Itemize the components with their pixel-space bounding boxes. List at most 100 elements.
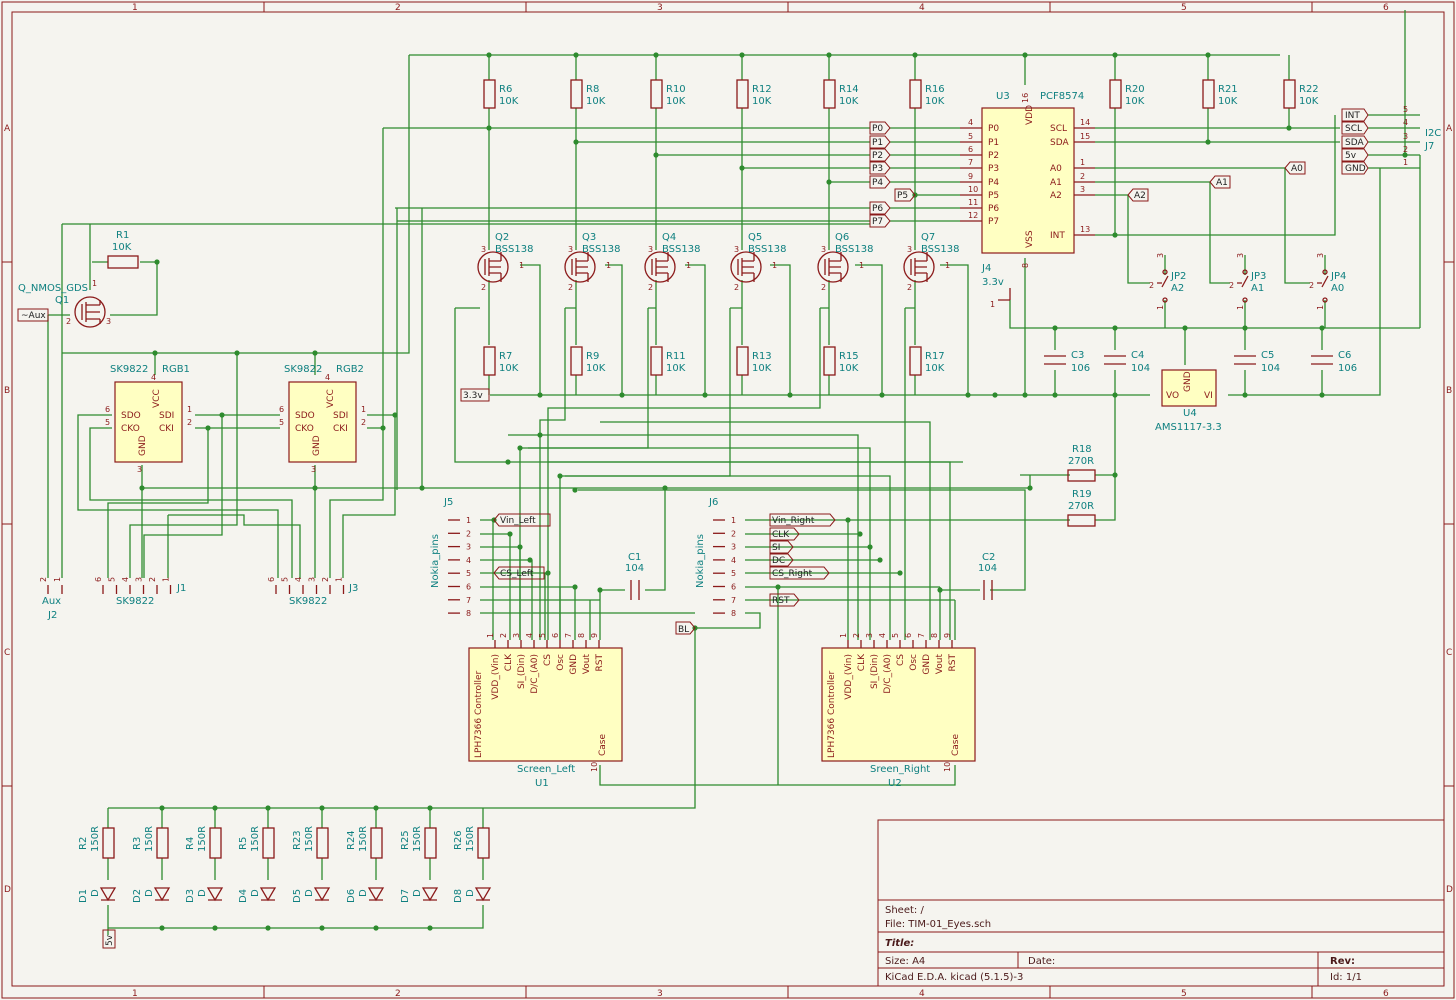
indicator-led[interactable]: R2 150R D1 D: [78, 826, 117, 903]
pullup-resistor[interactable]: R1210K: [736, 79, 772, 109]
label-3v3[interactable]: 3.3v: [460, 388, 490, 402]
pullup-resistor[interactable]: R1010K: [650, 79, 686, 109]
bss138-fet[interactable]: Q3BSS138 3 1 2: [564, 232, 620, 292]
indicator-led[interactable]: R5 150R D4 D: [238, 826, 277, 903]
fet-part: BSS138: [835, 244, 873, 255]
sk9822-led[interactable]: SK9822 RGB1 SDO CKO SDI CKI VCC GND 6 5 1 2 4 3: [105, 364, 192, 474]
j6-nokia[interactable]: J6 Nokia_pins 1 2 3 4 5 6 7 8: [695, 497, 736, 618]
tb-size: Size: A4: [885, 956, 925, 967]
lcd-pin-num: 5: [891, 633, 900, 638]
bss138-fet[interactable]: Q7BSS138 3 1 2: [903, 232, 959, 292]
decoupling-capacitor[interactable]: C6106: [1311, 350, 1357, 374]
indicator-led[interactable]: R23 150R D5 D: [292, 826, 331, 903]
bl-net-label[interactable]: BL: [675, 621, 696, 635]
aux-label-text: ~Aux: [21, 311, 46, 321]
c2-cap[interactable]: C2 104: [978, 552, 997, 600]
lcd-pin-num: 4: [878, 633, 887, 638]
j7-net-label[interactable]: SCL: [1341, 121, 1369, 135]
j3-header[interactable]: 6 5 4 3 2 1 J3 SK9822: [267, 577, 358, 607]
r19-ref: R19: [1072, 489, 1092, 500]
grid-row-right: B: [1446, 386, 1452, 396]
bss138-fet[interactable]: Q6BSS138 3 1 2: [817, 232, 873, 292]
u3-pin-name: P6: [988, 204, 999, 214]
header-pin-num: 4: [294, 577, 303, 582]
address-label[interactable]: A1: [1209, 175, 1231, 189]
port-label[interactable]: P2: [869, 148, 891, 162]
indicator-led[interactable]: R25 150R D7 D: [400, 826, 439, 903]
j7-net-label[interactable]: 5v: [1341, 148, 1369, 162]
grid-col-bottom: 5: [1181, 989, 1187, 999]
left-net-label[interactable]: Vin_Left: [493, 513, 551, 527]
port-label[interactable]: P4: [869, 175, 891, 189]
indicator-led[interactable]: R26 150R D8 D: [453, 826, 492, 903]
lcd-pin-name: Osc: [909, 654, 919, 671]
c1-cap[interactable]: C1 104: [625, 552, 644, 600]
port-label[interactable]: P6: [869, 201, 891, 215]
indicator-led[interactable]: R4 150R D3 D: [185, 826, 224, 903]
grid-row-left: D: [4, 885, 11, 895]
u3-pin-name: A0: [1050, 164, 1062, 174]
port-label[interactable]: P5: [894, 188, 916, 202]
pulldown-resistor[interactable]: R1310K: [736, 346, 772, 376]
header-pin-num: 2: [39, 577, 48, 582]
pullup-value: 10K: [839, 96, 859, 107]
bss138-fet[interactable]: Q4BSS138 3 1 2: [644, 232, 700, 292]
address-jumper[interactable]: JP2A2 3 2 1: [1149, 253, 1186, 310]
address-pullup[interactable]: R2210K: [1283, 79, 1319, 109]
r1-resistor[interactable]: R1 10K: [107, 230, 139, 269]
j2-header[interactable]: 2 1 Aux J2: [39, 577, 63, 621]
pulldown-resistor[interactable]: R1510K: [823, 346, 859, 376]
address-pullup[interactable]: R2110K: [1202, 79, 1238, 109]
u4-regulator[interactable]: GND VO VI U4 AMS1117-3.3: [1155, 369, 1222, 433]
pullup-resistor[interactable]: R1410K: [823, 79, 859, 109]
decoupling-capacitor[interactable]: C5104: [1234, 350, 1280, 374]
pulldown-ref: R15: [839, 351, 859, 362]
u3-pin-num: 9: [968, 172, 973, 181]
addr-res-value: 10K: [1125, 96, 1145, 107]
j1-header[interactable]: 6 5 4 3 2 1 J1 SK9822: [94, 577, 186, 607]
address-jumper[interactable]: JP3A1 3 2 1: [1229, 253, 1266, 310]
pulldown-resistor[interactable]: R1110K: [650, 346, 686, 376]
label-5v[interactable]: 5v: [102, 929, 116, 949]
port-label[interactable]: P0: [869, 121, 891, 135]
address-jumper[interactable]: JP4A0 3 2 1: [1309, 253, 1346, 310]
j4-connector[interactable]: J4 3.3v 1: [981, 263, 1011, 309]
pullup-resistor[interactable]: R610K: [483, 79, 519, 109]
address-label[interactable]: A2: [1127, 188, 1149, 202]
j7-net-label[interactable]: GND: [1341, 161, 1369, 175]
decoupling-capacitor[interactable]: C4104: [1104, 350, 1150, 374]
aux-label[interactable]: ~Aux: [17, 308, 49, 322]
pullup-resistor[interactable]: R810K: [570, 79, 606, 109]
decoupling-capacitor[interactable]: C3106: [1044, 350, 1090, 374]
address-pullup[interactable]: R2010K: [1109, 79, 1145, 109]
u3-pin-name: P5: [988, 191, 999, 201]
pulldown-resistor[interactable]: R910K: [570, 346, 606, 376]
port-label[interactable]: P7: [869, 214, 891, 228]
j7-net-label[interactable]: INT: [1341, 108, 1369, 122]
fet-pin: 3: [568, 245, 573, 254]
u3-pin-num: 1: [1080, 158, 1085, 167]
j5-nokia[interactable]: J5 Nokia_pins 1 2 3 4 5 6 7 8: [430, 497, 471, 618]
j7-net-label[interactable]: SDA: [1341, 135, 1369, 149]
u1-screen-left[interactable]: LPH7366 Controller 1 VDD_(Vin) 2 CLK 3 SI_(Din…: [468, 633, 623, 789]
rgb-part: SK9822: [284, 364, 322, 375]
sk9822-led[interactable]: SK9822 RGB2 SDO CKO SDI CKI VCC GND 6 5 1 2 4 3: [279, 364, 366, 474]
indicator-led[interactable]: R24 150R D6 D: [346, 826, 385, 903]
bss138-fet[interactable]: Q2BSS138 3 1 2: [477, 232, 533, 292]
port-label[interactable]: P1: [869, 135, 891, 149]
pulldown-resistor[interactable]: R1710K: [909, 346, 945, 376]
bss138-fet[interactable]: Q5BSS138 3 1 2: [730, 232, 786, 292]
rgb-pin: 5: [105, 418, 110, 427]
pulldown-resistor[interactable]: R710K: [483, 346, 519, 376]
address-label[interactable]: A0: [1284, 161, 1306, 175]
port-label[interactable]: P3: [869, 161, 891, 175]
u3-pcf8574[interactable]: U3 PCF8574 VDD VSS 16 8 4 P0 5 P1 6 P2 7 P3 9 P4 1…: [960, 91, 1095, 268]
u2-screen-right[interactable]: LPH7366 Controller 1 VDD_(Vin) 2 CLK 3 SI_(Din…: [821, 633, 976, 789]
led-value: D: [90, 889, 101, 897]
r19-resistor[interactable]: R19 270R: [1067, 489, 1096, 527]
r18-resistor[interactable]: R18 270R: [1067, 444, 1096, 482]
u3-pin-name: A2: [1050, 191, 1062, 201]
pullup-resistor[interactable]: R1610K: [909, 79, 945, 109]
port-label-text: P1: [872, 138, 883, 148]
indicator-led[interactable]: R3 150R D2 D: [132, 826, 171, 903]
